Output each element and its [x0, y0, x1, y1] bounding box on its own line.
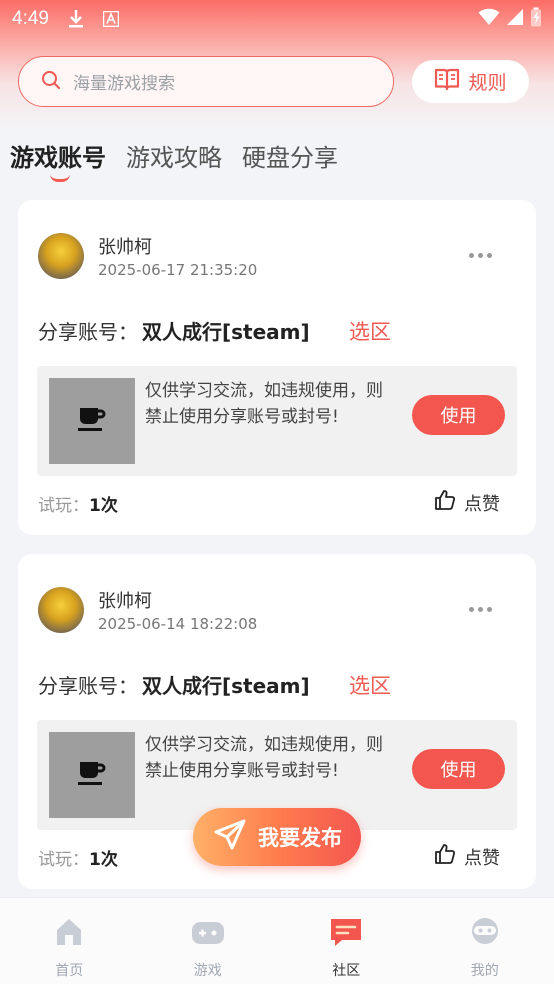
- status-time: 4:49: [12, 8, 49, 29]
- nav-label: 社区: [332, 963, 361, 979]
- search-icon: [41, 70, 61, 94]
- share-label: 分享账号：: [38, 320, 138, 344]
- active-tab-indicator: [50, 174, 70, 182]
- avatar[interactable]: [38, 587, 84, 633]
- status-bar: 4:49: [0, 0, 554, 38]
- gamepad-icon: [190, 916, 226, 952]
- nav-label: 首页: [55, 963, 84, 979]
- tab-label: 硬盘分享: [242, 144, 338, 172]
- notice-text: 仅供学习交流，如违规使用，则禁止使用分享账号或封号!: [145, 735, 383, 781]
- bottom-navigation: 首页 游戏 社区 我的: [0, 897, 554, 984]
- nav-home[interactable]: 首页: [0, 898, 139, 984]
- book-icon: [434, 67, 460, 96]
- profile-icon: [468, 916, 502, 952]
- like-button[interactable]: 点赞: [434, 843, 500, 870]
- user-name: 张帅柯: [98, 237, 152, 258]
- thumbs-up-icon: [434, 489, 456, 516]
- search-placeholder: 海量游戏搜索: [73, 74, 175, 94]
- category-tabs: 游戏账号 游戏攻略 硬盘分享: [10, 138, 338, 182]
- paper-plane-icon: [212, 817, 248, 858]
- trial-count: 试玩：1次: [38, 491, 118, 516]
- game-thumbnail: [49, 378, 135, 464]
- game-thumbnail: [49, 732, 135, 818]
- use-button[interactable]: 使用: [412, 749, 505, 789]
- more-icon[interactable]: [469, 253, 492, 258]
- select-region-link[interactable]: 选区: [349, 670, 391, 700]
- tab-label: 游戏账号: [10, 144, 106, 172]
- trial-label: 试玩：: [38, 496, 89, 516]
- game-name: 双人成行[steam]: [142, 674, 310, 698]
- publish-label: 我要发布: [258, 826, 342, 850]
- publish-button[interactable]: 我要发布: [193, 808, 361, 866]
- thumbs-up-icon: [434, 843, 456, 870]
- nav-label: 我的: [470, 963, 499, 979]
- nav-profile[interactable]: 我的: [416, 898, 554, 984]
- post-time: 2025-06-17 21:35:20: [98, 261, 258, 279]
- nav-label: 游戏: [193, 963, 222, 979]
- user-name: 张帅柯: [98, 591, 152, 612]
- use-button[interactable]: 使用: [412, 395, 505, 435]
- nav-community[interactable]: 社区: [277, 898, 416, 984]
- nav-games[interactable]: 游戏: [139, 898, 278, 984]
- tab-game-guides[interactable]: 游戏攻略: [126, 138, 222, 173]
- like-label: 点赞: [464, 847, 500, 869]
- tab-game-accounts[interactable]: 游戏账号: [10, 138, 106, 182]
- signal-icon: [506, 8, 524, 30]
- wifi-icon: [478, 8, 500, 30]
- like-label: 点赞: [464, 493, 500, 515]
- more-icon[interactable]: [469, 607, 492, 612]
- share-account-line: 分享账号： 双人成行[steam]: [38, 316, 310, 345]
- tab-disk-share[interactable]: 硬盘分享: [242, 138, 338, 173]
- trial-label: 试玩：: [38, 850, 89, 870]
- trial-value: 1次: [89, 850, 118, 870]
- account-info-box: 仅供学习交流，如违规使用，则禁止使用分享账号或封号! 使用: [37, 366, 517, 476]
- coffee-cup-icon: [77, 759, 107, 791]
- community-icon: [328, 916, 364, 952]
- home-icon: [53, 916, 85, 952]
- rules-button[interactable]: 规则: [412, 60, 529, 103]
- post-card: 张帅柯 2025-06-17 21:35:20 分享账号： 双人成行[steam]…: [18, 200, 536, 535]
- share-account-line: 分享账号： 双人成行[steam]: [38, 670, 310, 699]
- game-name: 双人成行[steam]: [142, 320, 310, 344]
- notice-text: 仅供学习交流，如违规使用，则禁止使用分享账号或封号!: [145, 381, 383, 427]
- rules-label: 规则: [468, 72, 507, 94]
- like-button[interactable]: 点赞: [434, 489, 500, 516]
- coffee-cup-icon: [77, 405, 107, 437]
- avatar[interactable]: [38, 233, 84, 279]
- font-icon: [102, 11, 119, 27]
- select-region-link[interactable]: 选区: [349, 316, 391, 346]
- battery-icon: [530, 7, 542, 31]
- post-time: 2025-06-14 18:22:08: [98, 615, 258, 633]
- tab-label: 游戏攻略: [126, 144, 222, 172]
- trial-value: 1次: [89, 496, 118, 516]
- share-label: 分享账号：: [38, 674, 138, 698]
- download-icon: [67, 9, 85, 29]
- search-bar[interactable]: 海量游戏搜索: [18, 56, 394, 107]
- trial-count: 试玩：1次: [38, 845, 118, 870]
